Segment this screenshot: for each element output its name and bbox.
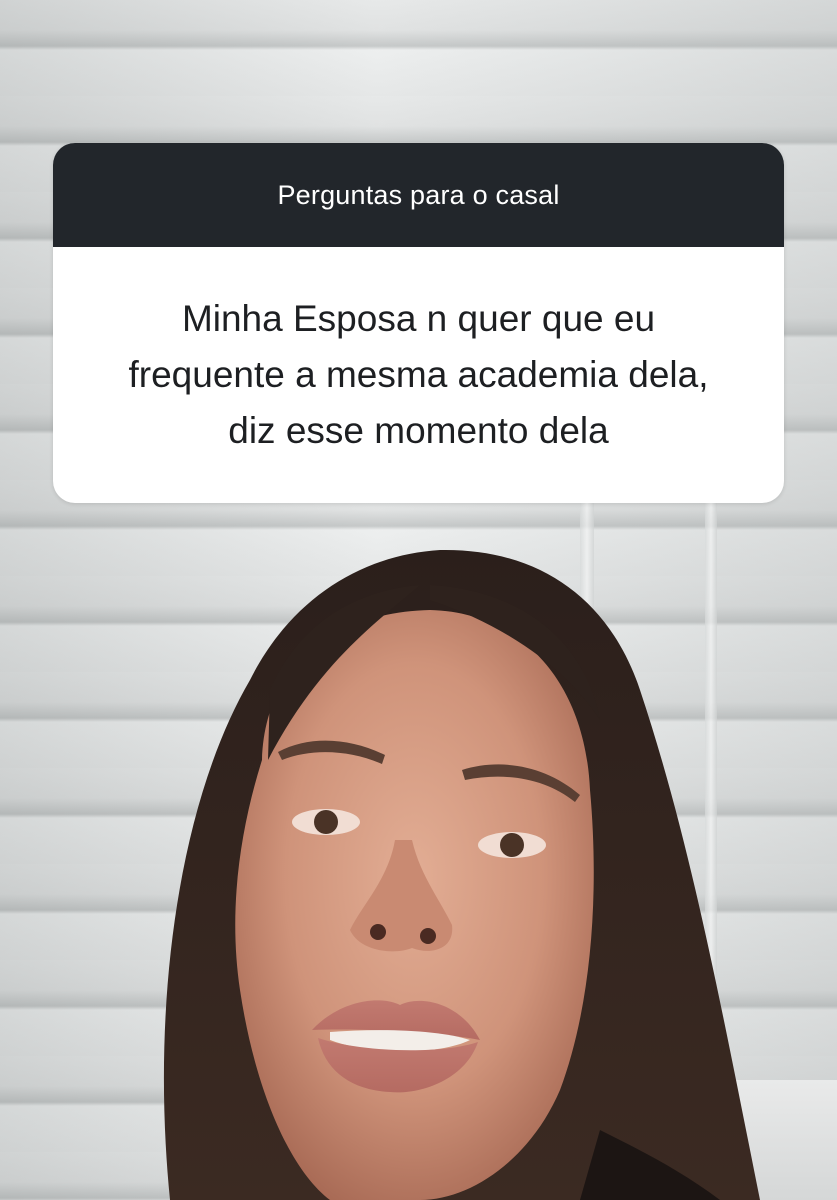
iris-right — [500, 833, 524, 857]
question-sticker-body: Minha Esposa n quer que eu frequente a m… — [53, 247, 784, 503]
question-text: Minha Esposa n quer que eu frequente a m… — [128, 298, 709, 451]
question-sticker[interactable]: Perguntas para o casal Minha Esposa n qu… — [53, 143, 784, 503]
nostril-right — [420, 928, 436, 944]
iris-left — [314, 810, 338, 834]
question-sticker-title: Perguntas para o casal — [277, 179, 560, 210]
question-sticker-header: Perguntas para o casal — [53, 143, 784, 247]
nostril-left — [370, 924, 386, 940]
